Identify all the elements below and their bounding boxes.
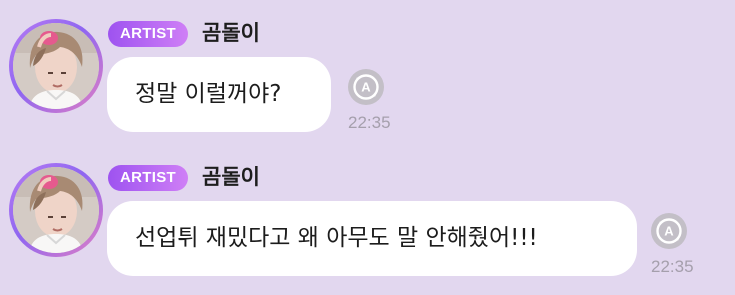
svg-text:A: A: [664, 224, 674, 239]
artist-badge: ARTIST: [108, 21, 188, 47]
chat-message: ARTIST 곰돌이 선업튀 재밌다고 왜 아무도 말 안해줬어!!! A 22…: [0, 144, 735, 284]
avatar[interactable]: [13, 167, 99, 253]
translate-icon: A: [656, 218, 682, 244]
timestamp: 22:35: [348, 113, 391, 132]
translate-icon: A: [353, 74, 379, 100]
message-text: 정말 이럴꺼야?: [135, 81, 282, 107]
message-text: 선업튀 재밌다고 왜 아무도 말 안해줬어!!!: [135, 225, 538, 251]
chat-message: ARTIST 곰돌이 정말 이럴꺼야? A 22:35: [0, 0, 735, 140]
avatar[interactable]: [13, 23, 99, 109]
sender-name[interactable]: 곰돌이: [202, 19, 260, 47]
avatar-ring[interactable]: [9, 163, 103, 257]
translate-button[interactable]: A: [348, 69, 384, 105]
avatar-photo: [13, 167, 99, 253]
translate-button[interactable]: A: [651, 213, 687, 249]
message-bubble[interactable]: 선업튀 재밌다고 왜 아무도 말 안해줬어!!!: [107, 201, 637, 276]
timestamp: 22:35: [651, 257, 694, 276]
svg-text:A: A: [361, 80, 371, 95]
sender-name[interactable]: 곰돌이: [202, 163, 260, 191]
artist-badge: ARTIST: [108, 165, 188, 191]
message-bubble[interactable]: 정말 이럴꺼야?: [107, 57, 331, 132]
avatar-ring[interactable]: [9, 19, 103, 113]
avatar-photo: [13, 23, 99, 109]
